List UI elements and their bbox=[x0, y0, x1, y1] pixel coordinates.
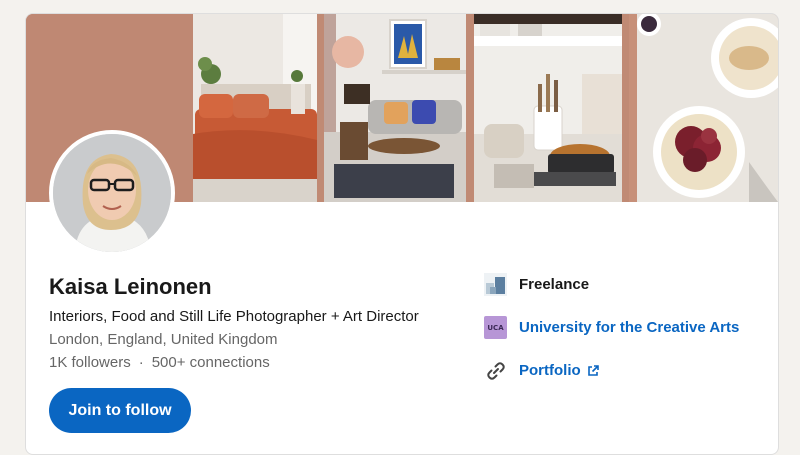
followers-count: 1K followers bbox=[49, 354, 131, 371]
portfolio-label: Portfolio bbox=[519, 362, 581, 379]
profile-location: London, England, United Kingdom bbox=[49, 331, 278, 348]
banner-photo-kitchen bbox=[474, 14, 622, 202]
company-logo-icon bbox=[484, 273, 507, 296]
education-school[interactable]: UCA University for the Creative Arts bbox=[484, 316, 739, 339]
profile-card: Kaisa Leinonen Interiors, Food and Still… bbox=[25, 13, 779, 455]
school-logo-icon: UCA bbox=[484, 316, 507, 339]
connections-count: 500+ connections bbox=[151, 354, 270, 371]
banner-photo-bedroom bbox=[193, 14, 317, 202]
banner-photo-living-room bbox=[324, 14, 466, 202]
school-name: University for the Creative Arts bbox=[519, 319, 740, 336]
external-link-icon bbox=[587, 364, 599, 377]
profile-headline: Interiors, Food and Still Life Photograp… bbox=[49, 308, 419, 325]
profile-stats: 1K followers · 500+ connections bbox=[49, 354, 270, 371]
link-icon bbox=[484, 359, 507, 382]
profile-avatar[interactable] bbox=[49, 130, 175, 256]
banner-photo-breakfast bbox=[629, 14, 778, 202]
portfolio-link[interactable]: Portfolio bbox=[484, 359, 599, 382]
company-name: Freelance bbox=[519, 276, 590, 293]
current-company[interactable]: Freelance bbox=[484, 273, 589, 296]
stats-separator: · bbox=[138, 354, 144, 371]
join-to-follow-button[interactable]: Join to follow bbox=[49, 388, 191, 433]
profile-name: Kaisa Leinonen bbox=[49, 274, 212, 299]
